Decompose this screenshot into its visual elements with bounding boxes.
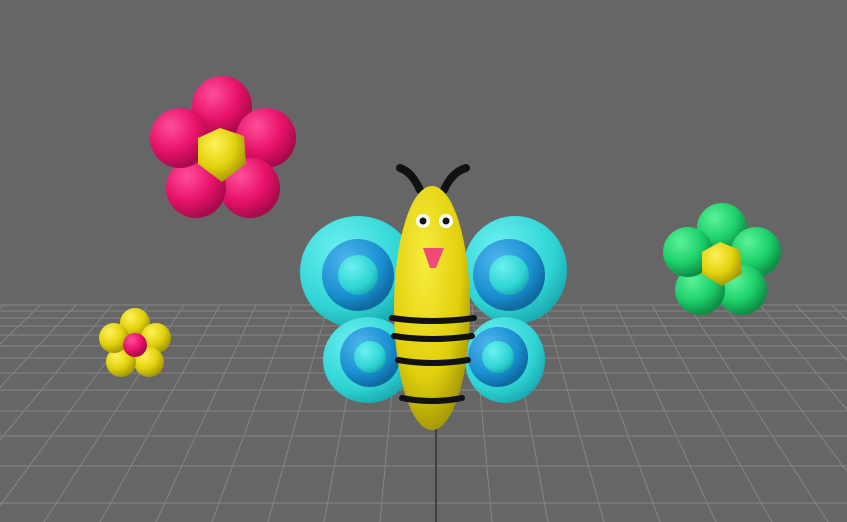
green-flower[interactable] (663, 203, 781, 315)
butterfly-body (394, 186, 470, 430)
right-lower-wing (465, 317, 545, 403)
small-flower-center (123, 333, 147, 357)
pink-flower[interactable] (150, 76, 296, 218)
viewport-canvas[interactable] (0, 0, 847, 522)
butterfly[interactable] (300, 164, 567, 430)
right-upper-wing (463, 216, 567, 324)
3d-viewport[interactable] (0, 0, 847, 522)
right-antenna (440, 164, 470, 194)
left-antenna (396, 164, 424, 194)
